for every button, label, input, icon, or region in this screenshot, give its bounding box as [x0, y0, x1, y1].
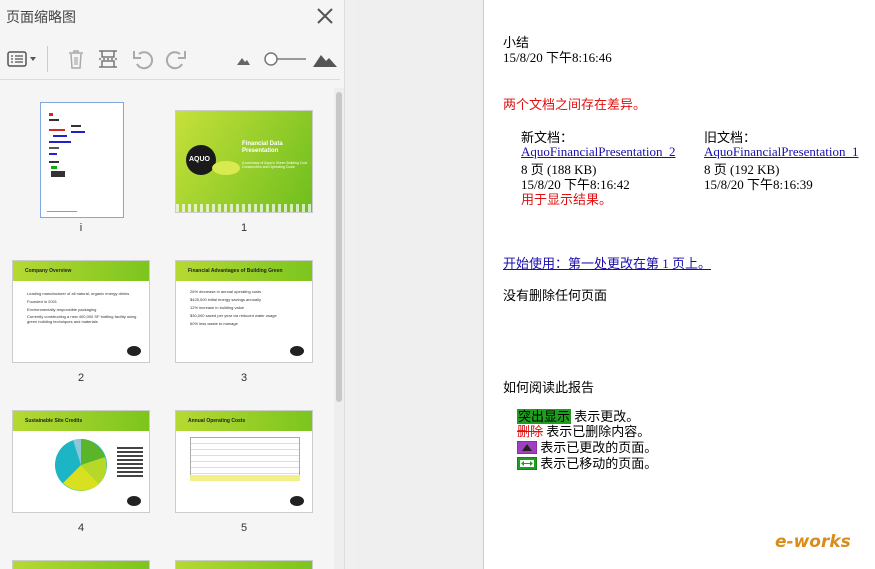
close-icon[interactable]: [314, 6, 336, 26]
thumbnail-image[interactable]: Sustainable Site Credits: [12, 410, 150, 513]
report-timestamp: 15/8/20 下午8:16:46: [503, 50, 612, 65]
slide-subtitle: A summary of Aquo's Green Building Cost …: [242, 161, 308, 169]
thumbnail-image[interactable]: Annual Operating Costs: [175, 410, 313, 513]
slide-bullet: 26% decrease in annual operating costs: [190, 289, 262, 294]
old-doc-link[interactable]: AquoFinancialPresentation_1: [704, 144, 859, 160]
thumbnail-page-1[interactable]: AQUO Financial Data Presentation A summa…: [175, 110, 313, 240]
slide-bullet: 12% increase in building value: [190, 305, 245, 310]
first-change-link[interactable]: 开始使用：第一处更改在第 1 页上。: [503, 253, 711, 272]
rotate-right-icon[interactable]: [164, 48, 188, 70]
page-number: 5: [240, 522, 248, 534]
page-number: 4: [77, 522, 85, 534]
thumbnail-page-5[interactable]: Annual Operating Costs 5: [175, 410, 313, 540]
small-mountain-icon[interactable]: [236, 48, 250, 70]
thumbnail-list: i AQUO Financial Data Presentation A sum…: [0, 82, 332, 569]
large-mountain-icon[interactable]: [312, 48, 338, 70]
thumbnail-scrollbar[interactable]: [334, 88, 344, 569]
thumbnail-image[interactable]: [40, 102, 124, 218]
no-deleted-pages: 没有删除任何页面: [503, 288, 608, 303]
view-options-icon[interactable]: [6, 48, 38, 70]
rotate-left-icon[interactable]: [131, 48, 155, 70]
slide-bullet: Leading manufacturer of all natural, org…: [27, 291, 130, 296]
thumbnail-page-6[interactable]: [12, 560, 150, 569]
thumbnail-image[interactable]: Financial Advantages of Building Green 2…: [175, 260, 313, 363]
thumbnail-page-2[interactable]: Company Overview Leading manufacturer of…: [12, 260, 150, 390]
slide-bullet: Currently constructing a new 400,000 SF …: [27, 314, 137, 324]
slide-title: Annual Operating Costs: [188, 418, 246, 424]
thumbnail-image[interactable]: Company Overview Leading manufacturer of…: [12, 260, 150, 363]
slide-title: Financial Advantages of Building Green: [188, 268, 283, 274]
panel-title: 页面缩略图: [6, 9, 76, 25]
page-thumbnails-panel: 页面缩略图 i AQUO Financial Data Presentation…: [0, 0, 344, 569]
split-icon[interactable]: [96, 48, 120, 70]
page-number: 2: [77, 372, 85, 384]
thumbnail-toolbar: [0, 38, 340, 80]
slide-title: Company Overview: [25, 268, 72, 274]
slide-bullet: Environmentally responsible packaging: [27, 307, 97, 312]
page-number: i: [79, 222, 83, 234]
legend-moved-page: 表示已移动的页面。: [516, 453, 658, 474]
new-doc-note: 用于显示结果。: [521, 192, 613, 207]
slide-title: Sustainable Site Credits: [25, 418, 83, 424]
panel-divider[interactable]: [344, 0, 355, 569]
moved-page-icon: [516, 456, 538, 474]
scrollbar-thumb[interactable]: [336, 92, 342, 402]
slide-bullet: 60% less waste to manage: [190, 321, 238, 326]
thumbnail-page-4[interactable]: Sustainable Site Credits 4: [12, 410, 150, 540]
slide-logo: AQUO: [189, 156, 210, 163]
new-doc-link[interactable]: AquoFinancialPresentation_2: [521, 144, 676, 160]
comparison-report-page: 小结 15/8/20 下午8:16:46 两个文档之间存在差异。 新文档： Aq…: [483, 0, 875, 569]
thumbnail-page-i[interactable]: i: [12, 102, 150, 234]
thumbnail-page-3[interactable]: Financial Advantages of Building Green 2…: [175, 260, 313, 390]
e-works-watermark: e-works: [775, 532, 851, 552]
howto-title: 如何阅读此报告: [503, 380, 595, 395]
app-window: 页面缩略图 i AQUO Financial Data Presentation…: [0, 0, 875, 569]
pie-chart-graphic: [55, 438, 107, 491]
slide-bullet: $30,000 saved per year via reduced water…: [190, 313, 277, 318]
watermark-text: e-works: [775, 532, 851, 552]
thumbnail-image[interactable]: AQUO Financial Data Presentation A summa…: [175, 110, 313, 213]
zoom-slider[interactable]: [262, 48, 308, 70]
legend-text: 表示已移动的页面。: [540, 456, 658, 471]
old-doc-date: 15/8/20 下午8:16:39: [704, 177, 813, 192]
slide-bullet: $425,000 initial energy savings annually: [190, 297, 261, 302]
page-number: 1: [240, 222, 248, 234]
difference-notice: 两个文档之间存在差异。: [503, 97, 647, 112]
slide-title: Financial Data Presentation: [242, 141, 283, 154]
document-background: [355, 0, 483, 569]
toolbar-divider: [47, 46, 48, 72]
delete-icon[interactable]: [64, 48, 88, 70]
thumbnail-page-7[interactable]: [175, 560, 313, 569]
page-number: 3: [240, 372, 248, 384]
slide-bullet: Founded in 2001: [27, 299, 58, 304]
